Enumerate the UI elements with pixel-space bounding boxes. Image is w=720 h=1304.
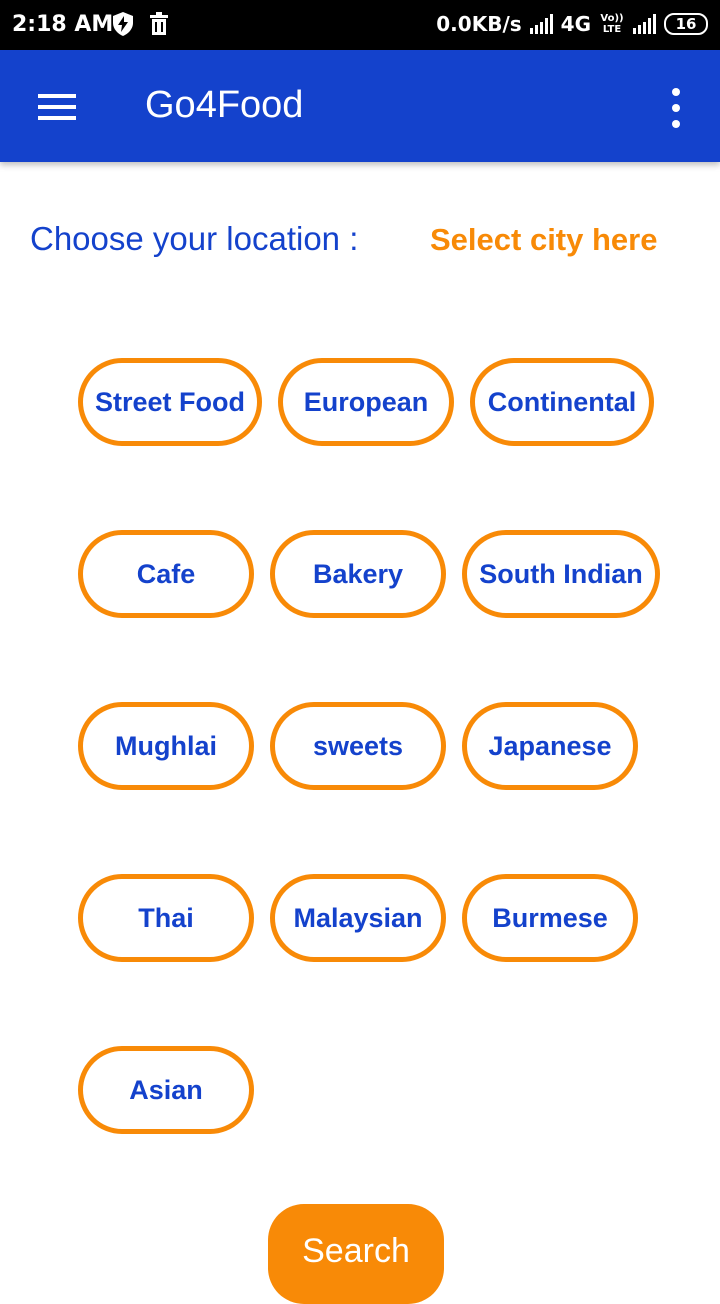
volte-badge: Vo)) LTE (600, 13, 624, 35)
network-type: 4G (560, 12, 591, 36)
battery-icon: 16 (664, 13, 708, 35)
cuisine-chip[interactable]: Japanese (462, 702, 638, 790)
status-time: 2:18 AM (12, 12, 114, 37)
cuisine-chip[interactable]: sweets (270, 702, 446, 790)
cuisine-chip[interactable]: Burmese (462, 874, 638, 962)
cuisine-chip[interactable]: Street Food (78, 358, 262, 446)
shield-bolt-icon (113, 12, 133, 36)
search-button[interactable]: Search (268, 1204, 444, 1304)
city-select[interactable]: Select city here (430, 222, 657, 258)
cuisine-chip[interactable]: Mughlai (78, 702, 254, 790)
cuisine-chip[interactable]: European (278, 358, 454, 446)
signal-icon-2 (633, 14, 656, 34)
more-vert-icon[interactable] (668, 88, 684, 128)
status-right-group: 0.0KB/s 4G Vo)) LTE 16 (436, 12, 708, 36)
status-bar: 2:18 AM 0.0KB/s 4G Vo)) LTE 16 (0, 0, 720, 50)
signal-icon (529, 14, 553, 34)
cuisine-chip[interactable]: Thai (78, 874, 254, 962)
network-speed: 0.0KB/s (436, 12, 522, 36)
trash-icon (150, 12, 168, 35)
cuisine-chip[interactable]: Asian (78, 1046, 254, 1134)
app-title: Go4Food (145, 84, 304, 126)
hamburger-menu-icon[interactable] (38, 94, 76, 120)
cuisine-chip[interactable]: Malaysian (270, 874, 446, 962)
cuisine-chip[interactable]: Cafe (78, 530, 254, 618)
cuisine-chip[interactable]: South Indian (462, 530, 660, 618)
location-label: Choose your location : (30, 220, 359, 257)
cuisine-chip[interactable]: Bakery (270, 530, 446, 618)
cuisine-chip[interactable]: Continental (470, 358, 654, 446)
app-bar: Go4Food (0, 50, 720, 162)
